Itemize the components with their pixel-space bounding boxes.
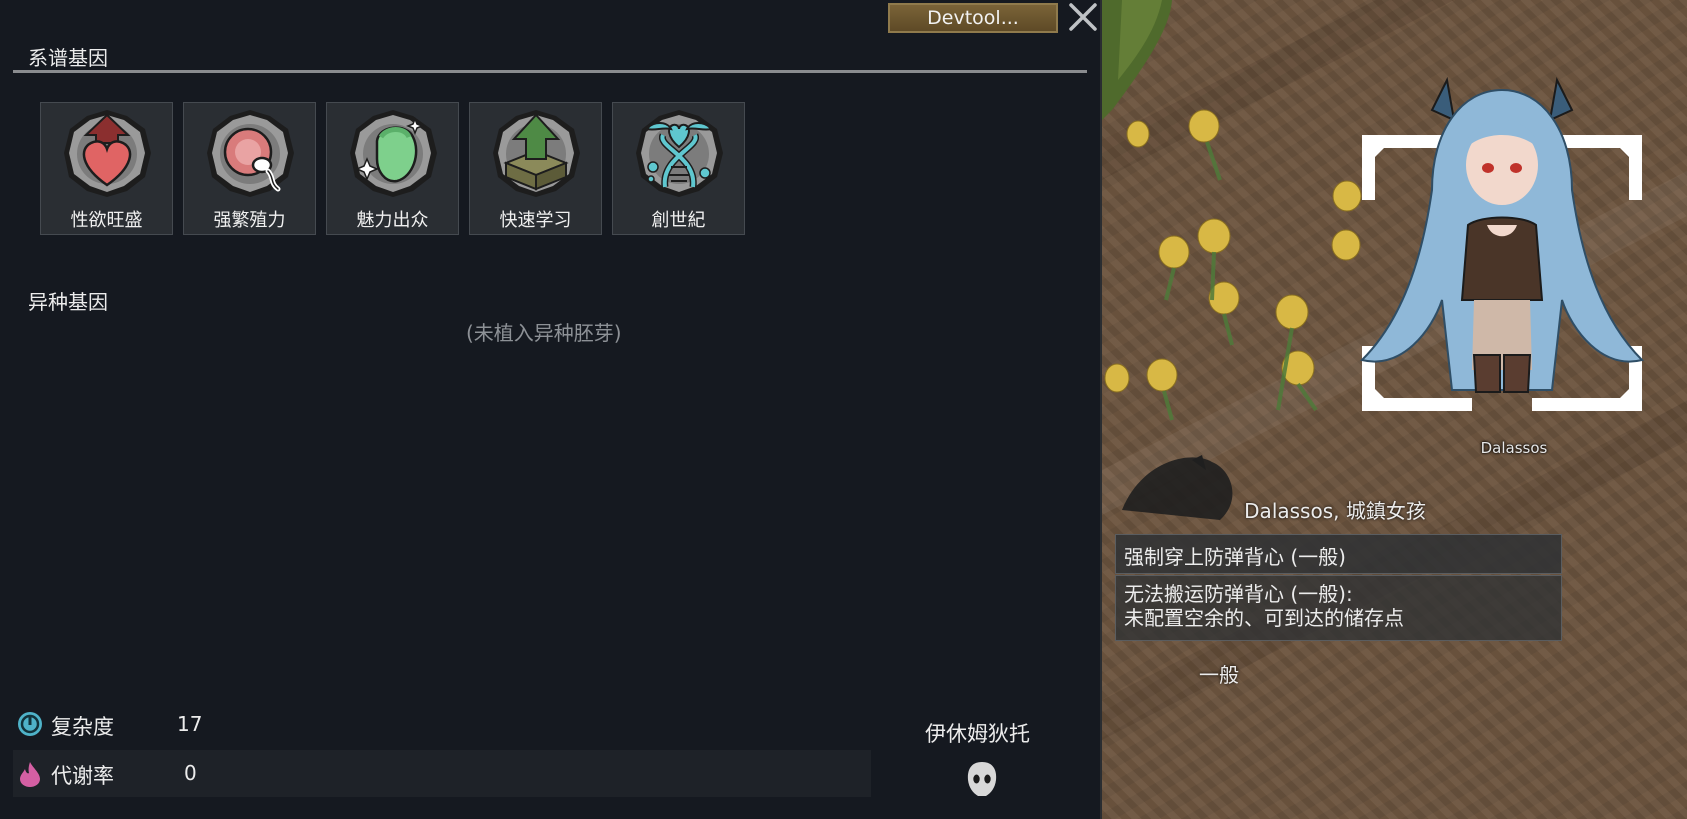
complexity-icon — [18, 712, 42, 736]
metabolism-row[interactable]: 代谢率 0 — [13, 750, 871, 797]
gene-label: 魅力出众 — [356, 210, 429, 231]
close-icon[interactable] — [1066, 0, 1100, 34]
pawn-name-label[interactable]: Dalassos — [1464, 439, 1564, 457]
heart-up-arrow-icon — [64, 110, 151, 197]
sperm-egg-icon — [207, 110, 294, 197]
menu-item-line: 无法搬运防弹背心 (一般): — [1124, 582, 1353, 606]
gene-panel: Devtool... 系谱基因 性欲旺盛 强繁殖力 魅力出众 快速学习 創世紀 … — [0, 0, 1100, 819]
xenogenes-title: 异种基因 — [28, 290, 108, 314]
xenotype-skull-icon[interactable] — [966, 760, 998, 798]
map-scene — [1102, 0, 1687, 740]
box-up-arrow-icon — [493, 110, 580, 197]
complexity-value: 17 — [177, 712, 203, 736]
devtool-button[interactable]: Devtool... — [888, 3, 1058, 33]
map-view[interactable]: Dalassos Dalassos, 城鎮女孩 强制穿上防弹背心 (一般) 无法… — [1100, 0, 1687, 819]
force-wear-vest-option[interactable]: 强制穿上防弹背心 (一般) — [1115, 534, 1562, 574]
gene-card-genesis[interactable]: 創世紀 — [612, 102, 745, 235]
context-menu-title: Dalassos, 城鎮女孩 — [1244, 499, 1426, 523]
gene-card-libido[interactable]: 性欲旺盛 — [40, 102, 173, 235]
metabolism-label: 代谢率 — [51, 764, 114, 788]
xenogenes-empty-text: (未植入异种胚芽) — [466, 321, 622, 345]
xenotype-name: 伊休姆狄托 — [925, 722, 1030, 746]
gene-label: 創世紀 — [651, 210, 706, 231]
apparel-quality-label: 一般 — [1199, 663, 1239, 687]
gene-label: 强繁殖力 — [213, 210, 286, 231]
section-divider — [13, 70, 1087, 73]
cannot-haul-vest-option: 无法搬运防弹背心 (一般): 未配置空余的、可到达的储存点 — [1115, 575, 1562, 641]
gene-label: 性欲旺盛 — [70, 210, 143, 231]
gene-card-fertility[interactable]: 强繁殖力 — [183, 102, 316, 235]
gene-label: 快速学习 — [499, 210, 572, 231]
complexity-row[interactable]: 复杂度 17 — [13, 701, 873, 748]
germline-genes-title: 系谱基因 — [28, 46, 108, 70]
metabolism-drop-icon — [20, 762, 40, 787]
gene-card-beauty[interactable]: 魅力出众 — [326, 102, 459, 235]
complexity-label: 复杂度 — [51, 715, 114, 739]
sparkle-face-icon — [350, 110, 437, 197]
dna-heart-icon — [636, 110, 723, 197]
gene-card-fast-learning[interactable]: 快速学习 — [469, 102, 602, 235]
metabolism-value: 0 — [184, 761, 197, 785]
menu-item-line: 未配置空余的、可到达的储存点 — [1124, 606, 1404, 630]
